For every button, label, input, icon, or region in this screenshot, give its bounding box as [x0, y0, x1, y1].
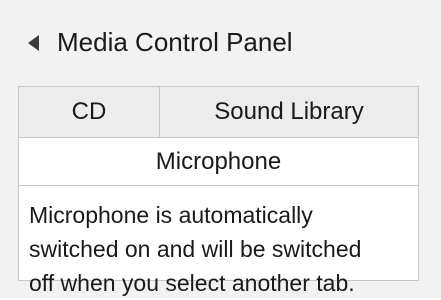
microphone-description: Microphone is automatically switched on … [29, 202, 362, 296]
panel-title: Media Control Panel [57, 27, 293, 57]
panel-header[interactable]: Media Control Panel [0, 0, 441, 85]
media-control-panel: Media Control Panel CD Sound Library Mic… [0, 0, 441, 298]
tab-sound-library[interactable]: Sound Library [160, 87, 418, 137]
tab-microphone[interactable]: Microphone [19, 138, 418, 186]
tab-cd[interactable]: CD [19, 87, 160, 137]
media-tabs-card: CD Sound Library Microphone Microphone i… [18, 86, 419, 296]
tab-bar: CD Sound Library [19, 87, 418, 138]
caret-left-icon[interactable] [28, 34, 39, 51]
